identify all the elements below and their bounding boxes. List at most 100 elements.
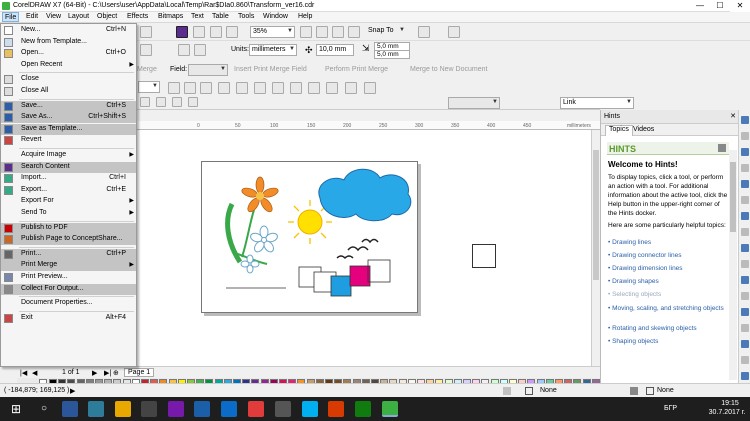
file-menu-item-collect-for-output[interactable]: Collect For Output... — [1, 283, 136, 295]
publish-pdf-toolbar-icon[interactable] — [226, 26, 238, 38]
import-toolbar-icon[interactable] — [193, 26, 205, 38]
outline-swatch[interactable] — [646, 387, 654, 395]
lens-tab-icon[interactable] — [741, 244, 749, 252]
page-artwork[interactable] — [202, 162, 419, 314]
outline-pen-icon[interactable] — [630, 387, 638, 395]
snap-to-dropdown[interactable]: Snap To ▼ — [366, 26, 406, 38]
hint-link[interactable]: • Selecting objects — [608, 291, 661, 298]
word-icon[interactable] — [62, 401, 78, 417]
hints-tab-icon[interactable] — [741, 116, 749, 124]
bold-icon[interactable] — [168, 82, 180, 94]
file-menu-item-print-merge[interactable]: Print Merge ▶ — [1, 260, 136, 272]
menu-bitmaps[interactable]: Bitmaps — [158, 13, 183, 20]
hint-link[interactable]: • Drawing connector lines — [608, 252, 681, 259]
align-left-icon[interactable] — [218, 82, 230, 94]
units-dropdown[interactable]: millimeters ▼ — [249, 44, 297, 56]
hint-link[interactable]: • Drawing lines — [608, 239, 651, 246]
hint-link[interactable]: • Rotating and skewing objects — [608, 325, 697, 332]
grid-icon[interactable] — [332, 26, 344, 38]
zoom-combo[interactable]: 35% ▼ — [250, 26, 295, 38]
menu-tools[interactable]: Tools — [238, 13, 254, 20]
add-page-icon[interactable]: ⊕ — [113, 369, 119, 377]
file-menu-item-new-from-template[interactable]: New from Template... — [1, 37, 136, 48]
maximize-button[interactable]: ☐ — [710, 0, 730, 12]
file-menu-item-import[interactable]: Import... Ctrl+I — [1, 173, 136, 184]
object-manager-tab-icon[interactable] — [741, 148, 749, 156]
perform-print-merge-button[interactable]: Perform Print Merge — [325, 66, 388, 73]
columns-icon[interactable] — [308, 82, 320, 94]
menu-view[interactable]: View — [46, 13, 61, 20]
file-menu-item-export[interactable]: Export... Ctrl+E — [1, 185, 136, 196]
drop-cap-icon[interactable] — [272, 82, 284, 94]
docker-close-icon[interactable]: ✕ — [730, 112, 736, 120]
menu-edit[interactable]: Edit — [26, 13, 38, 20]
application-launcher-icon[interactable] — [448, 26, 460, 38]
app-blue-icon[interactable] — [221, 401, 237, 417]
tab-topics[interactable]: Topics — [605, 125, 633, 136]
bullet-list-icon[interactable] — [236, 82, 248, 94]
file-menu-item-close[interactable]: Close — [1, 74, 136, 85]
status-arrow-icon[interactable]: ▶ — [70, 387, 75, 395]
transform-tab-icon[interactable] — [741, 164, 749, 172]
contour-tab-icon[interactable] — [741, 292, 749, 300]
text-properties-tab-icon[interactable] — [741, 212, 749, 220]
hint-link[interactable]: • Moving, scaling, and stretching object… — [608, 304, 726, 313]
merge-field-dropdown[interactable]: ▼ — [188, 64, 228, 76]
hints-scrollbar[interactable] — [729, 150, 737, 380]
options-gear-icon[interactable] — [418, 26, 430, 38]
file-menu-item-new[interactable]: New... Ctrl+N — [1, 25, 136, 36]
bitmap-tab-icon[interactable] — [741, 340, 749, 348]
file-menu-item-publish-page-to-conceptshare[interactable]: Publish Page to ConceptShare... — [1, 234, 136, 246]
next-page-icon[interactable]: ▶ — [92, 369, 97, 377]
merge-to-new-document-button[interactable]: Merge to New Document — [410, 66, 487, 73]
object-properties-tab-icon[interactable] — [741, 132, 749, 140]
fill-indicator-icon[interactable] — [503, 387, 511, 395]
artistic-media-tab-icon[interactable] — [741, 324, 749, 332]
guidelines-icon[interactable] — [348, 26, 360, 38]
scrollbar-thumb[interactable] — [593, 150, 599, 280]
color-styles-tab-icon[interactable] — [741, 228, 749, 236]
all-pages-icon[interactable] — [178, 44, 190, 56]
underline-icon[interactable] — [200, 82, 212, 94]
file-menu-item-export-for[interactable]: Export For ▶ — [1, 196, 136, 207]
text-direction-icon[interactable] — [326, 82, 338, 94]
finish-rollover-icon[interactable] — [188, 97, 198, 107]
skype-icon[interactable] — [302, 401, 318, 417]
horizontal-ruler[interactable]: 0 50 100 150 200 250 300 350 400 450 mil… — [137, 121, 600, 130]
expand-docker-icon[interactable] — [741, 372, 749, 380]
hint-link[interactable]: • Shaping objects — [608, 338, 658, 345]
paint-icon[interactable] — [248, 401, 264, 417]
file-menu-item-print-preview[interactable]: Print Preview... — [1, 272, 136, 283]
folder-icon[interactable] — [115, 401, 131, 417]
font-size-dropdown[interactable]: ▼ — [138, 81, 160, 93]
file-menu-item-exit[interactable]: Exit Alt+F4 — [1, 313, 136, 324]
rulers-icon[interactable] — [316, 26, 328, 38]
hint-link[interactable]: • Drawing dimension lines — [608, 265, 683, 272]
corel-connect-icon[interactable] — [176, 26, 188, 38]
app-21-icon[interactable] — [194, 401, 210, 417]
landscape-icon[interactable] — [140, 44, 152, 56]
rollover-icon[interactable] — [156, 97, 166, 107]
links-tab-icon[interactable] — [741, 308, 749, 316]
menu-file[interactable]: File — [2, 12, 20, 22]
scrapbook-tab-icon[interactable] — [741, 356, 749, 364]
url-dropdown[interactable]: ▼ — [448, 97, 500, 109]
file-menu-item-search-content[interactable]: Search Content — [1, 161, 136, 173]
file-menu-item-save-as-template[interactable]: Save as Template... — [1, 123, 136, 135]
coreldraw-taskbar-icon[interactable] — [382, 401, 398, 417]
insert-character-tab-icon[interactable] — [741, 276, 749, 284]
current-page-icon[interactable] — [194, 44, 206, 56]
file-menu-item-print[interactable]: Print... Ctrl+P — [1, 248, 136, 260]
file-menu-item-publish-to-pdf[interactable]: Publish to PDF — [1, 222, 136, 234]
hints-scrollbar-thumb[interactable] — [730, 162, 736, 232]
glyph-icon[interactable] — [364, 82, 376, 94]
star-icon[interactable] — [345, 82, 357, 94]
effects-tab-icon[interactable] — [741, 260, 749, 268]
first-page-icon[interactable]: |◀ — [20, 369, 27, 377]
last-page-icon[interactable]: ▶| — [104, 369, 111, 377]
menu-effects[interactable]: Effects — [127, 13, 148, 20]
edit-rollover-icon[interactable] — [172, 97, 182, 107]
italic-icon[interactable] — [184, 82, 196, 94]
calculator-icon[interactable] — [275, 401, 291, 417]
file-menu-item-acquire-image[interactable]: Acquire Image ▶ — [1, 150, 136, 161]
